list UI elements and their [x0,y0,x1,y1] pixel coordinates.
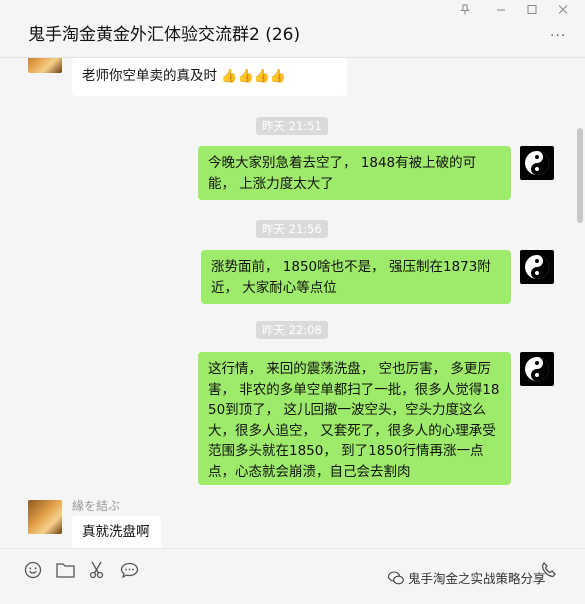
minimize-icon[interactable] [496,4,506,18]
message-text: 这行情， 来回的震荡洗盘， 空也厉害， 多更厉害， 非农的多单空单都扫了一批，很… [208,361,500,480]
maximize-icon[interactable] [527,4,537,18]
avatar[interactable] [28,500,62,534]
emoji-icon[interactable] [22,559,44,581]
chat-title: 鬼手淘金黄金外汇体验交流群2 (26) [28,25,301,45]
message-bubble: 这行情， 来回的震荡洗盘， 空也厉害， 多更厉害， 非农的多单空单都扫了一批，很… [198,352,511,485]
message-bubble: 老师你空单卖的真及时 👍👍👍👍 [72,58,347,96]
message-text: 涨势面前， 1850啥也不是， 强压制在1873附近， 大家耐心等点位 [211,259,491,296]
message-bubble: 涨势面前， 1850啥也不是， 强压制在1873附近， 大家耐心等点位 [201,250,511,304]
sender-name: 緣を結ぶ [72,499,121,513]
scissors-icon[interactable] [86,559,108,581]
wechat-logo-icon [388,570,404,584]
thumbs-up-icon: 👍👍👍👍 [221,69,287,84]
message-text: 今晚大家别急着去空了， 1848有被上破的可能， 上涨力度太大了 [208,155,477,192]
title-bar: 鬼手淘金黄金外汇体验交流群2 (26) ··· [0,0,585,58]
watermark-text: 鬼手淘金之实战策略分享 [408,571,546,586]
avatar[interactable] [520,250,554,284]
yin-yang-icon [525,151,549,175]
yin-yang-icon [525,255,549,279]
watermark: 鬼手淘金之实战策略分享 [388,568,546,587]
timestamp: 昨天 21:51 [256,117,328,135]
message-bubble: 今晚大家别急着去空了， 1848有被上破的可能， 上涨力度太大了 [198,146,511,200]
pin-icon[interactable] [460,4,470,18]
chat-area: 老师你空单卖的真及时 👍👍👍👍 昨天 21:51 今晚大家别急着去空了， 184… [0,58,585,548]
message-text: 老师你空单卖的真及时 [82,68,217,84]
close-icon[interactable] [558,4,568,18]
chat-bubble-icon[interactable] [118,559,140,581]
more-options-icon[interactable]: ··· [550,28,566,44]
timestamp: 昨天 21:56 [256,220,328,238]
folder-icon[interactable] [54,559,76,581]
timestamp: 昨天 22:08 [256,321,328,339]
message-text: 真就洗盘啊 [82,524,150,540]
avatar[interactable] [520,146,554,180]
avatar[interactable] [28,58,62,73]
yin-yang-icon [525,357,549,381]
message-bubble: 真就洗盘啊 [72,516,161,548]
scrollbar[interactable] [577,128,583,223]
avatar[interactable] [520,352,554,386]
